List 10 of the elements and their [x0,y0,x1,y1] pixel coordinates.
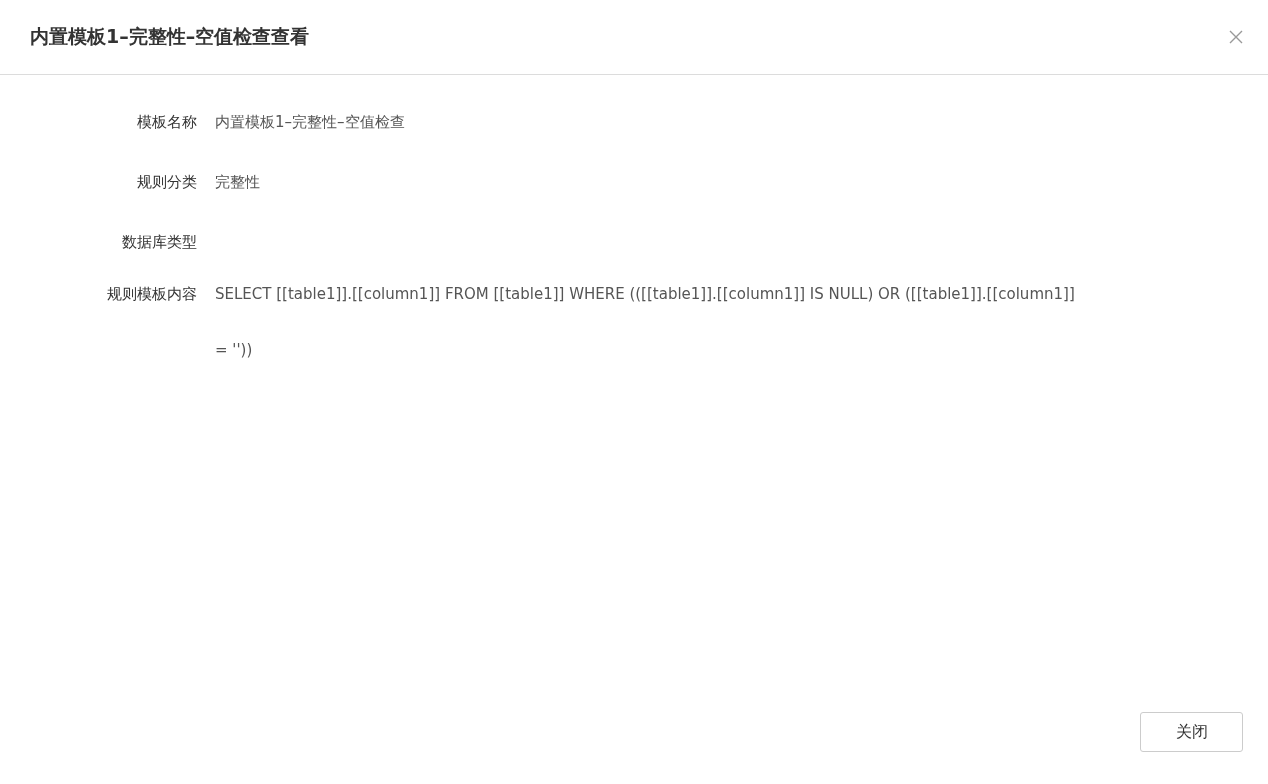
field-label: 规则模板内容 [107,284,197,305]
field-value: 内置模板1–完整性–空值检查 [215,112,406,133]
field-label: 规则分类 [137,172,197,193]
close-button[interactable]: 关闭 [1140,712,1243,752]
field-label: 数据库类型 [122,232,197,253]
close-icon [1228,29,1244,45]
field-value: SELECT [[table1]].[[column1]] FROM [[table1]] WHERE (([[table1]].[[column1]] IS NULL) OR ([[table1]].[[column1]] = '')) [215,284,1076,361]
dialog-title: 内置模板1–完整性–空值检查查看 [30,24,310,49]
field-label: 模板名称 [137,112,197,133]
field-value: 完整性 [215,172,261,193]
